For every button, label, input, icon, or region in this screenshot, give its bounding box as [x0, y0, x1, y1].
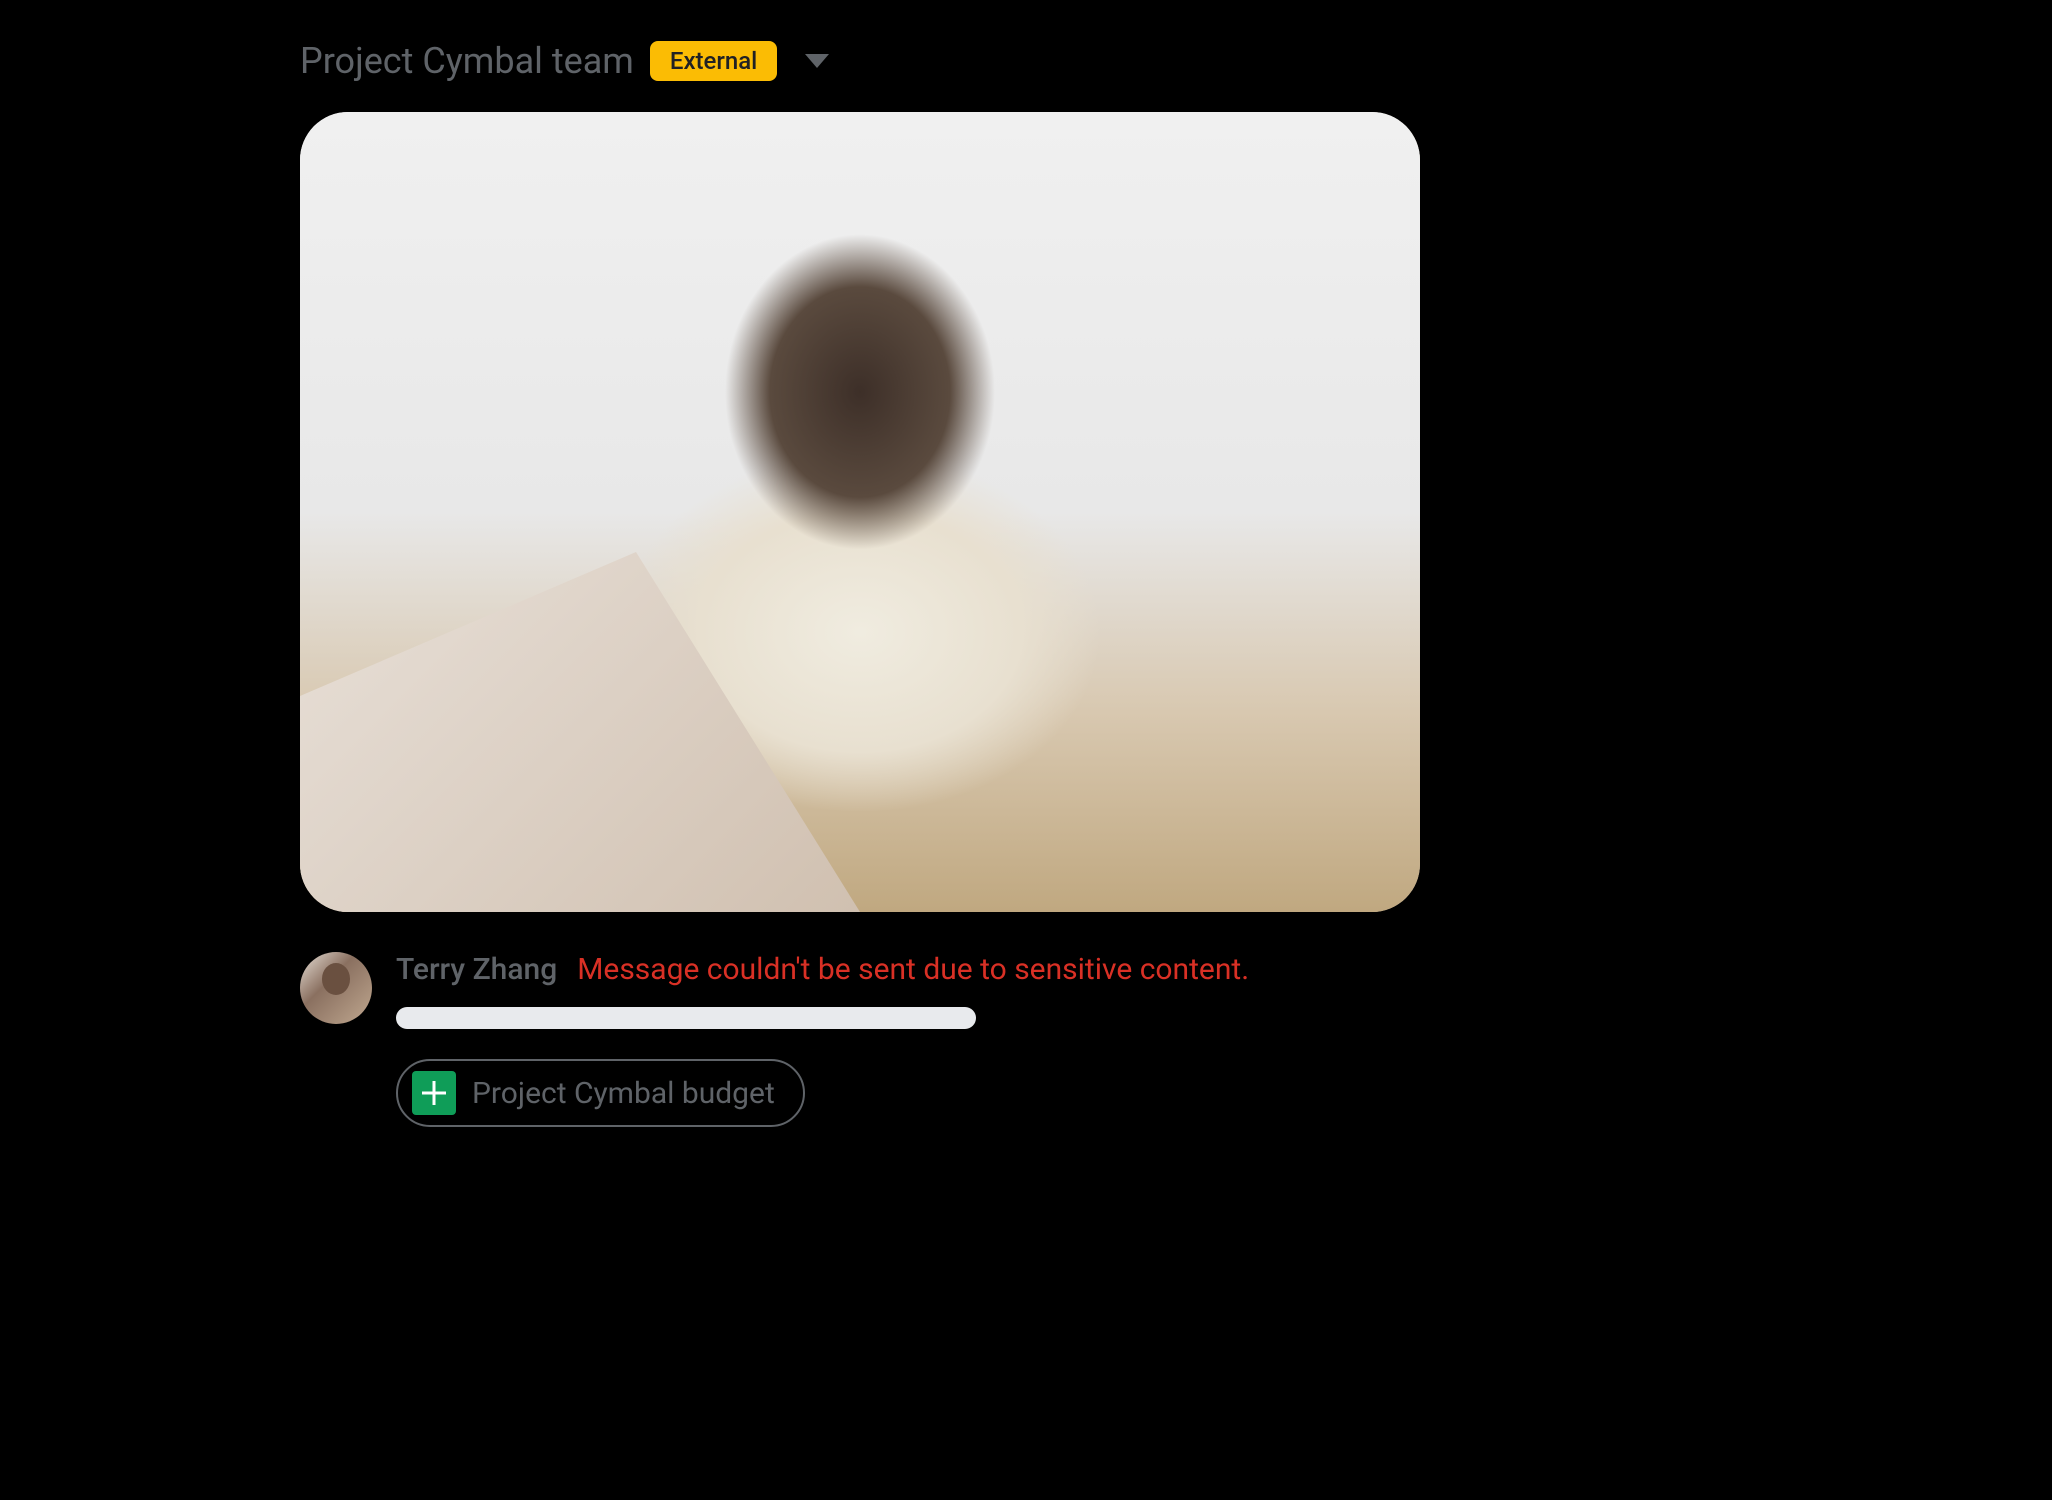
space-header[interactable]: Project Cymbal team External [300, 40, 1500, 82]
attachment-name: Project Cymbal budget [472, 1076, 775, 1111]
message-text-placeholder [396, 1007, 976, 1029]
message-row: Terry Zhang Message couldn't be sent due… [300, 952, 1500, 1127]
space-title: Project Cymbal team [300, 40, 634, 82]
message-content: Terry Zhang Message couldn't be sent due… [396, 952, 1500, 1127]
google-sheets-icon [412, 1071, 456, 1115]
dlp-error-message: Message couldn't be sent due to sensitiv… [577, 952, 1249, 987]
hero-photo [300, 112, 1420, 912]
chevron-down-icon[interactable] [805, 54, 829, 68]
attachment-chip[interactable]: Project Cymbal budget [396, 1059, 805, 1127]
external-badge: External [650, 41, 777, 81]
sender-avatar[interactable] [300, 952, 372, 1024]
message-header: Terry Zhang Message couldn't be sent due… [396, 952, 1500, 987]
sender-name: Terry Zhang [396, 952, 557, 987]
